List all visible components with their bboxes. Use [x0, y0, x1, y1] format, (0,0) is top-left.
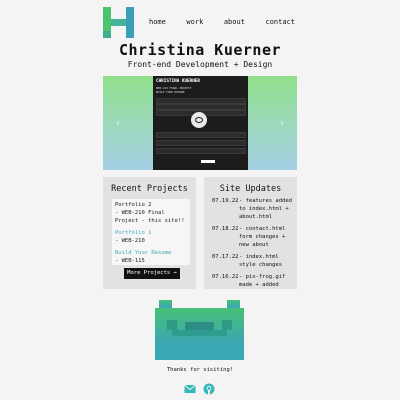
update-text: - index.html style changes [239, 254, 283, 268]
update-date: 07.16.22 [212, 274, 239, 280]
updates-list: 07.19.22 - features added to index.html … [212, 197, 294, 293]
logo-icon[interactable] [103, 7, 134, 38]
github-icon[interactable] [203, 380, 215, 399]
list-item: 07.18.22 - contact.html form changes + n… [212, 225, 294, 249]
list-item: 07.17.22 - index.html style changes [212, 253, 294, 269]
project-meta: - WEB-210 Final Project - this site!! [115, 210, 185, 224]
project-list: Portfolio 2 - WEB-210 Final Project - th… [112, 199, 190, 265]
carousel-slide-image: CHRISTINA KUERNER WEB-210 FINAL PROJECT … [153, 76, 248, 170]
chevron-left-icon[interactable]: ‹ [115, 118, 121, 129]
email-icon[interactable] [184, 380, 196, 399]
recent-projects-title: Recent Projects [111, 184, 188, 194]
project-title[interactable]: Portfolio 1 [115, 229, 187, 237]
main-nav: home work about contact [149, 18, 295, 26]
update-date: 07.18.22 [212, 226, 239, 232]
project-carousel[interactable]: ‹ › CHRISTINA KUERNER WEB-210 FINAL PROJ… [103, 76, 297, 170]
nav-link-work[interactable]: work [186, 18, 203, 26]
slide-title: CHRISTINA KUERNER [156, 79, 200, 84]
slide-field [156, 132, 246, 138]
update-text: - features added to index.html + about.h… [239, 198, 292, 220]
footer-icons [184, 380, 216, 395]
update-date: 07.17.22 [212, 254, 239, 260]
nav-link-contact[interactable]: contact [265, 18, 295, 26]
chevron-right-icon[interactable]: › [279, 118, 285, 129]
update-text: - contact.html form changes + new about [239, 226, 286, 248]
list-item: 07.16.22 - pix-frog.gif made + added [212, 273, 294, 289]
slide-button [201, 160, 215, 163]
page-subtitle: Front-end Development + Design [127, 60, 273, 69]
footer-thanks: Thanks for visiting! [166, 367, 234, 373]
pixel-frog-icon [155, 300, 244, 360]
eye-icon [191, 112, 207, 128]
nav-link-about[interactable]: about [224, 18, 245, 26]
site-updates-card: Site Updates 07.19.22 - features added t… [204, 177, 297, 289]
nav-link-home[interactable]: home [149, 18, 166, 26]
slide-subheading: BUILD YOUR RESUME [156, 90, 185, 94]
slide-field [156, 148, 246, 154]
slide-field [156, 140, 246, 146]
project-meta: - WEB-115 [115, 258, 145, 264]
page-title: Christina Kuerner [118, 41, 282, 59]
recent-projects-card: Recent Projects Portfolio 2 - WEB-210 Fi… [103, 177, 196, 289]
project-meta: - WEB-210 [115, 238, 145, 244]
project-title[interactable]: Build Your Resume [115, 249, 187, 257]
project-title[interactable]: Portfolio 2 [115, 201, 187, 209]
more-projects-button[interactable]: More Projects → [124, 268, 180, 279]
site-updates-title: Site Updates [219, 184, 282, 194]
update-date: 07.19.22 [212, 198, 239, 204]
list-item: 07.19.22 - features added to index.html … [212, 197, 294, 221]
update-text: - pix-frog.gif made + added [239, 274, 286, 288]
